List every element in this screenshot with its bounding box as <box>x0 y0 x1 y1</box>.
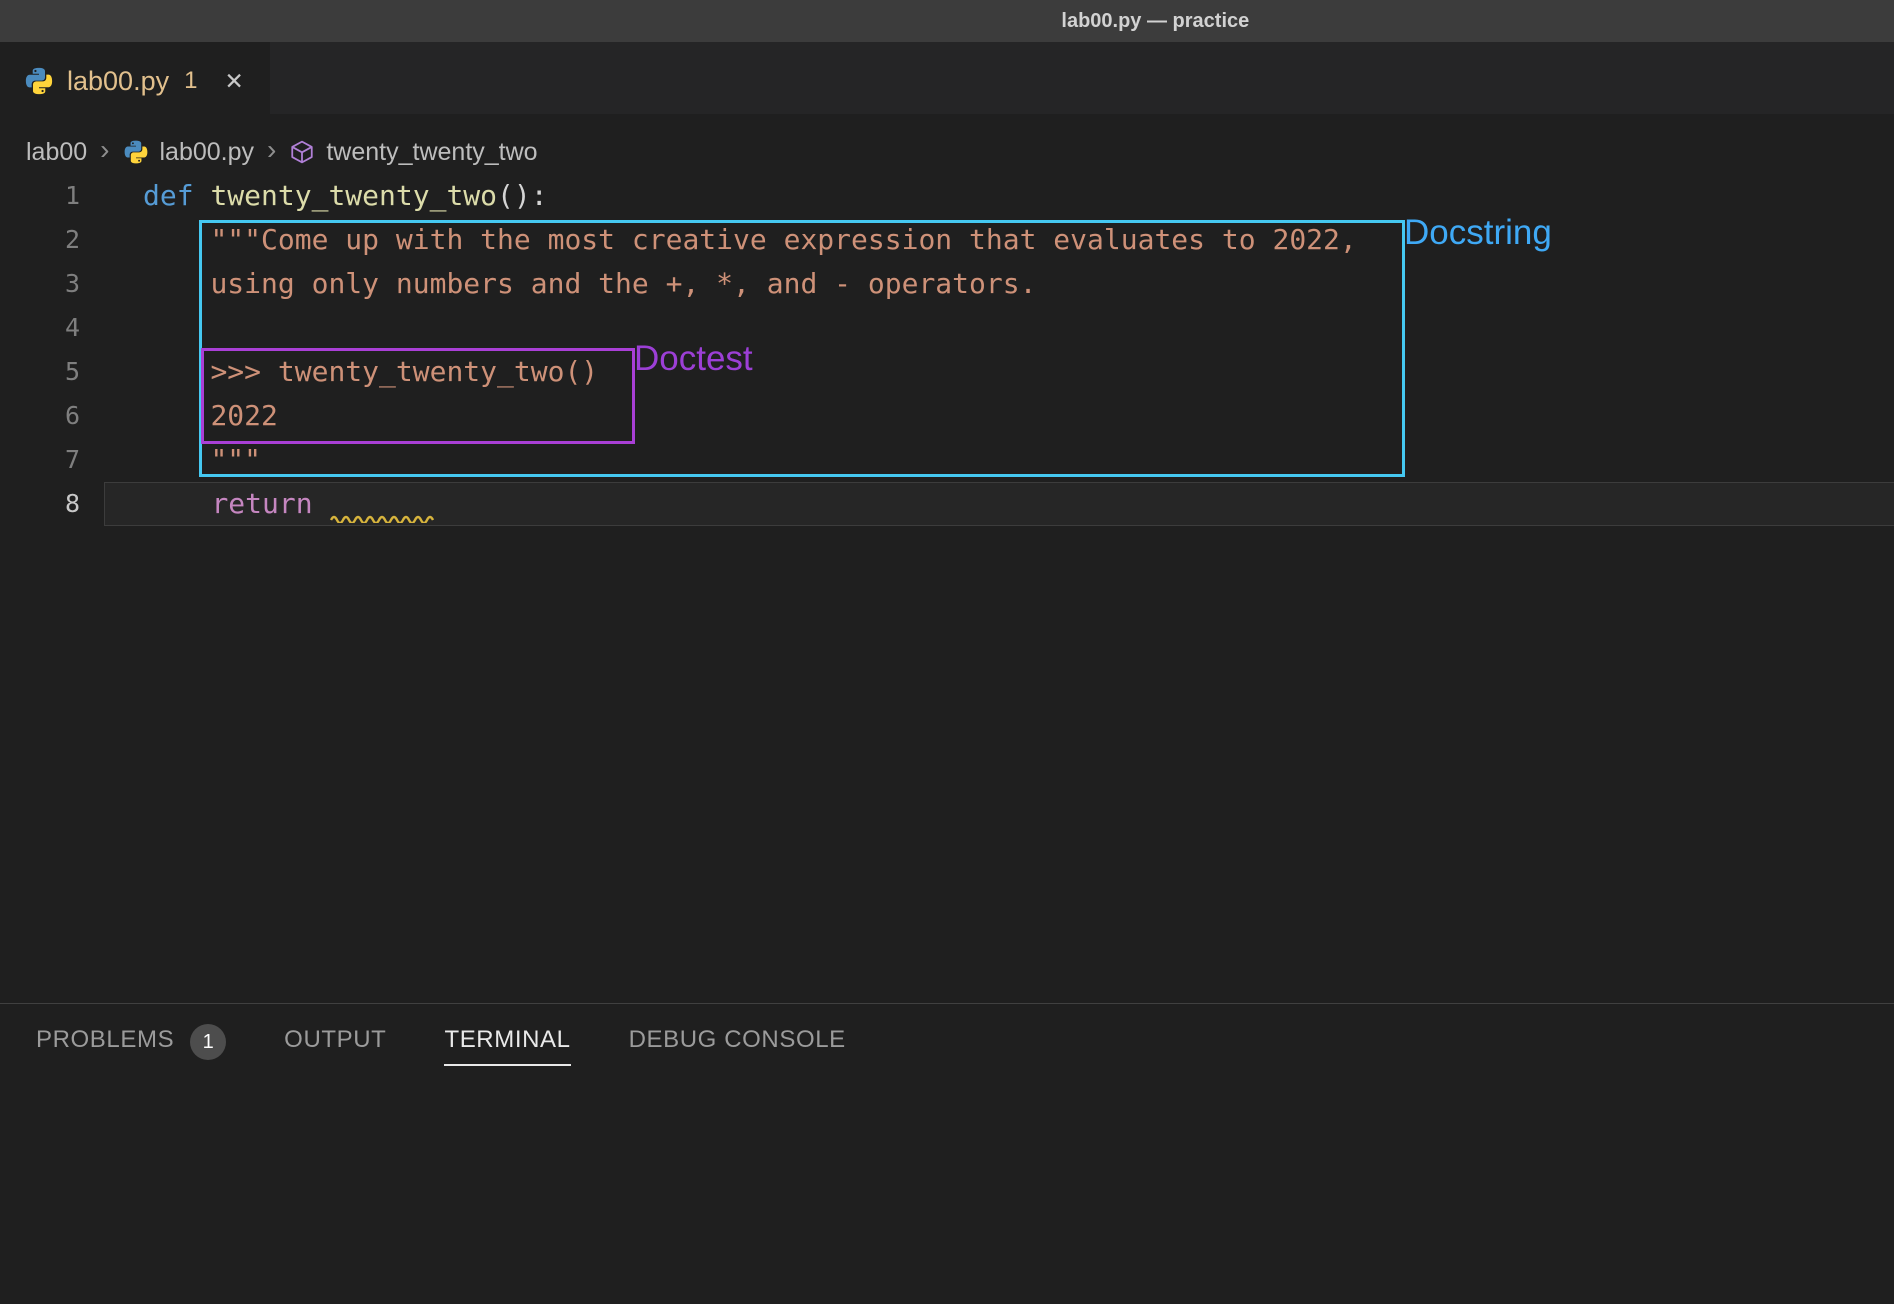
code-text[interactable]: return <box>104 482 1894 526</box>
code-text[interactable]: """ <box>104 438 1894 482</box>
tab-label: lab00.py <box>67 66 169 97</box>
tab-lab00-py[interactable]: lab00.py 1 ✕ <box>0 42 270 114</box>
line-number: 8 <box>0 482 104 526</box>
code-token <box>143 355 210 388</box>
python-file-icon <box>24 66 54 96</box>
title-bar: lab00.py — practice <box>0 0 1894 42</box>
line-number: 7 <box>0 438 104 482</box>
code-text[interactable]: using only numbers and the +, *, and - o… <box>104 262 1894 306</box>
code-token: >>> twenty_twenty_two() <box>210 355 598 388</box>
code-editor[interactable]: 1def twenty_twenty_two():2 """Come up wi… <box>0 174 1894 526</box>
panel-tab-label: TERMINAL <box>444 1026 570 1066</box>
code-token: (): <box>497 179 548 212</box>
editor-tab-strip: lab00.py 1 ✕ <box>0 42 1894 114</box>
code-token: def <box>143 179 194 212</box>
vscode-window: lab00.py — practice lab00.py 1 ✕ lab00 ›… <box>0 0 1894 1304</box>
code-token: """Come up with the most creative expres… <box>210 223 1356 256</box>
symbol-function-icon <box>289 139 315 165</box>
panel-tab-terminal[interactable]: TERMINAL <box>444 1026 570 1066</box>
code-text[interactable]: 2022 <box>104 394 1894 438</box>
code-token: return <box>211 487 312 520</box>
line-number: 3 <box>0 262 104 306</box>
python-file-icon <box>123 139 149 165</box>
code-token: 2022 <box>210 399 277 432</box>
line-number: 6 <box>0 394 104 438</box>
panel-tab-output[interactable]: OUTPUT <box>284 1026 386 1066</box>
code-text[interactable]: """Come up with the most creative expres… <box>104 218 1894 262</box>
breadcrumb-item-symbol[interactable]: twenty_twenty_two <box>326 138 537 167</box>
line-number: 4 <box>0 306 104 350</box>
code-token <box>144 487 211 520</box>
code-line[interactable]: 3 using only numbers and the +, *, and -… <box>0 262 1894 306</box>
code-token <box>143 443 210 476</box>
code-text[interactable]: >>> twenty_twenty_two() <box>104 350 1894 394</box>
panel-tabs: PROBLEMS 1 OUTPUT TERMINAL DEBUG CONSOLE <box>0 1004 1894 1072</box>
bottom-panel: PROBLEMS1OUTPUTTERMINALDEBUG CONSOLE Mol… <box>0 1003 1894 1304</box>
line-number: 5 <box>0 350 104 394</box>
code-text[interactable] <box>104 306 1894 350</box>
line-number: 1 <box>0 174 104 218</box>
code-line[interactable]: 7 """ <box>0 438 1894 482</box>
panel-tab-label: DEBUG CONSOLE <box>629 1026 846 1066</box>
window-title: lab00.py — practice <box>1061 0 1249 42</box>
breadcrumb-item-lab00-py[interactable]: lab00.py <box>160 138 255 167</box>
code-line[interactable]: 4 <box>0 306 1894 350</box>
breadcrumb: lab00 › lab00.py › twenty_twenty_two <box>0 114 1894 182</box>
code-line[interactable]: 1def twenty_twenty_two(): <box>0 174 1894 218</box>
code-line[interactable]: 6 2022 <box>0 394 1894 438</box>
code-token <box>313 487 330 520</box>
code-lines: 1def twenty_twenty_two():2 """Come up wi… <box>0 174 1894 526</box>
problems-count-badge: 1 <box>190 1024 226 1060</box>
panel-tab-label: PROBLEMS <box>36 1026 174 1066</box>
code-line[interactable]: 2 """Come up with the most creative expr… <box>0 218 1894 262</box>
code-token: twenty_twenty_two <box>210 179 497 212</box>
code-token: """ <box>210 443 261 476</box>
chevron-right-icon: › <box>100 136 109 164</box>
panel-tab-problems[interactable]: PROBLEMS 1 <box>36 1024 226 1068</box>
tab-close-icon[interactable]: ✕ <box>224 68 243 95</box>
breadcrumb-item-lab00[interactable]: lab00 <box>26 138 87 167</box>
code-token <box>143 399 210 432</box>
code-text[interactable]: def twenty_twenty_two(): <box>104 174 1894 218</box>
tab-problems-badge: 1 <box>184 67 197 95</box>
panel-tab-debug-console[interactable]: DEBUG CONSOLE <box>629 1026 846 1066</box>
code-line[interactable]: 8 return <box>0 482 1894 526</box>
code-line[interactable]: 5 >>> twenty_twenty_two() <box>0 350 1894 394</box>
code-token <box>194 179 211 212</box>
chevron-right-icon: › <box>267 136 276 164</box>
code-token: using only numbers and the +, *, and - o… <box>210 267 1036 300</box>
code-token <box>143 267 210 300</box>
line-number: 2 <box>0 218 104 262</box>
code-token <box>143 223 210 256</box>
panel-tab-label: OUTPUT <box>284 1026 386 1066</box>
